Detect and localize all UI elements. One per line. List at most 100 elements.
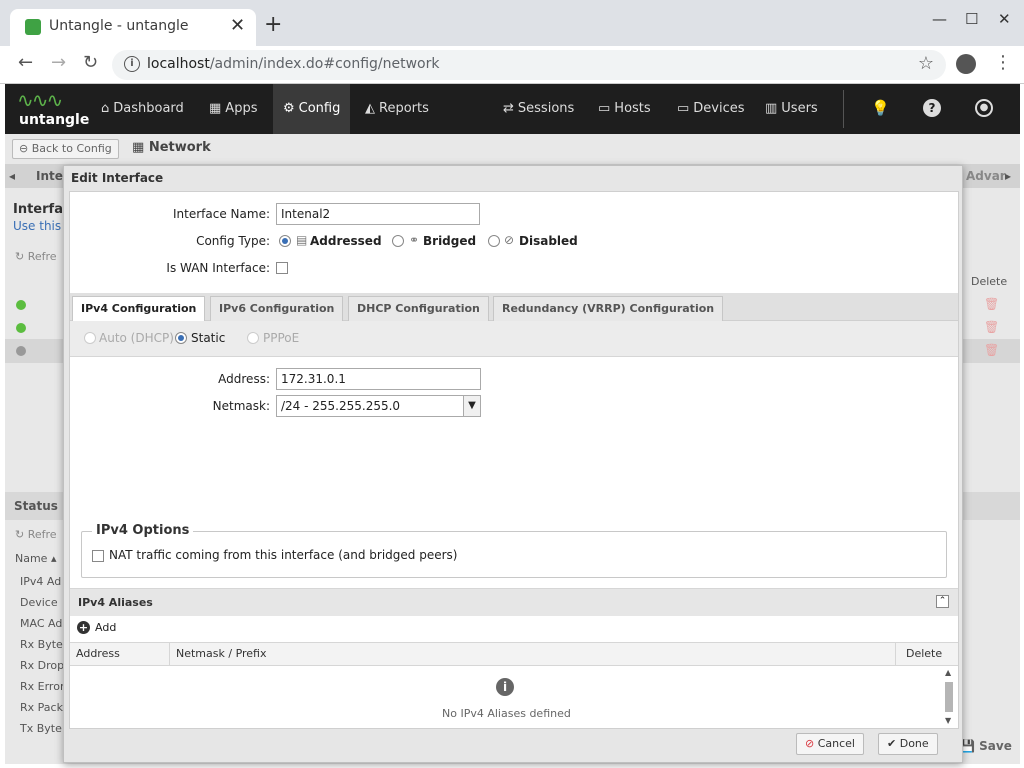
back-arrow-icon[interactable]: ← xyxy=(18,52,33,73)
status-refresh-button[interactable]: ↻ Refre xyxy=(15,528,57,541)
app-navbar: ∿∿∿ untangle ⌂ Dashboard ▦ Apps ⚙ Config ◭ R… xyxy=(5,84,1020,134)
status-dot xyxy=(16,346,26,356)
config-type-label: Config Type: xyxy=(196,234,270,248)
delete-icon[interactable]: 🗑 xyxy=(984,320,999,334)
tab-scroll-left-icon[interactable]: ◂ xyxy=(9,169,15,183)
nat-traffic-checkbox[interactable] xyxy=(92,550,104,562)
minimize-icon[interactable]: — xyxy=(932,10,947,28)
ipv4-aliases-title: IPv4 Aliases xyxy=(78,596,153,609)
tab-scroll-right-icon[interactable]: ▸ xyxy=(1005,169,1011,183)
cancel-button[interactable]: ⊘ Cancel xyxy=(796,733,864,755)
status-dot xyxy=(16,300,26,310)
browser-menu-icon[interactable]: ⋮ xyxy=(994,52,1012,73)
bridged-radio[interactable] xyxy=(392,235,404,247)
aliases-scrollbar[interactable]: ▲ ▼ xyxy=(943,668,955,728)
tab-interfaces[interactable]: Inte xyxy=(36,169,63,183)
cancel-icon: ⊘ xyxy=(805,737,815,750)
profile-avatar-icon[interactable] xyxy=(956,54,976,74)
netmask-value: /24 - 255.255.255.0 xyxy=(281,399,401,413)
address-input[interactable]: 172.31.0.1 xyxy=(276,368,481,390)
scroll-down-icon[interactable]: ▼ xyxy=(945,716,951,725)
disabled-radio[interactable] xyxy=(488,235,500,247)
account-icon[interactable]: ● xyxy=(975,99,993,117)
save-button[interactable]: 💾 Save xyxy=(960,739,1012,753)
untangle-logo[interactable]: ∿∿∿ untangle xyxy=(17,88,89,130)
tab-dhcp-configuration[interactable]: DHCP Configuration xyxy=(348,296,489,321)
static-radio[interactable] xyxy=(175,332,187,344)
nav-label: Apps xyxy=(225,101,258,116)
forward-arrow-icon[interactable]: → xyxy=(51,52,66,73)
ipv4-aliases-header: IPv4 Aliases ⌃ xyxy=(70,588,958,616)
delete-icon[interactable]: 🗑 xyxy=(984,343,999,357)
close-tab-icon[interactable]: ✕ xyxy=(230,15,245,36)
bookmark-star-icon[interactable]: ☆ xyxy=(918,53,934,74)
back-label: Back to Config xyxy=(31,142,112,155)
reload-icon[interactable]: ↻ xyxy=(83,52,98,73)
back-to-config-button[interactable]: ⊖ Back to Config xyxy=(12,139,119,159)
home-icon: ⌂ xyxy=(101,101,110,116)
delete-icon[interactable]: 🗑 xyxy=(984,297,999,311)
dialog-title: Edit Interface xyxy=(71,171,164,185)
tab-title: Untangle - untangle xyxy=(49,18,189,34)
section-title: Interfa xyxy=(13,202,63,217)
add-alias-button[interactable]: Add xyxy=(95,621,116,634)
cancel-label: Cancel xyxy=(817,737,855,750)
logo-text: untangle xyxy=(19,112,90,128)
config-tabs: IPv4 Configuration IPv6 Configuration DH… xyxy=(70,293,958,322)
scroll-thumb[interactable] xyxy=(945,682,953,712)
name-column-header[interactable]: Name ▴ xyxy=(15,552,56,565)
nav-dashboard[interactable]: ⌂ Dashboard xyxy=(91,84,194,134)
status-row: Rx Error xyxy=(20,680,65,693)
nav-label: Users xyxy=(781,101,818,116)
is-wan-checkbox[interactable] xyxy=(276,262,288,274)
netmask-select[interactable]: /24 - 255.255.255.0 ▼ xyxy=(276,395,481,417)
delete-column-header: Delete xyxy=(906,647,943,660)
netmask-column-header[interactable]: Netmask / Prefix xyxy=(170,643,896,666)
nav-devices[interactable]: ▭ Devices xyxy=(667,84,755,134)
lightbulb-icon[interactable]: 💡 xyxy=(871,99,890,117)
maximize-icon[interactable]: ☐ xyxy=(965,10,978,28)
browser-tab[interactable]: Untangle - untangle ✕ xyxy=(10,9,256,46)
address-bar[interactable]: i localhost/admin/index.do#config/networ… xyxy=(112,50,946,80)
sessions-icon: ⇄ xyxy=(503,101,514,116)
tab-advanced[interactable]: Advar xyxy=(966,169,1006,183)
nav-users[interactable]: ▥ Users xyxy=(755,84,828,134)
tab-vrrp-configuration[interactable]: Redundancy (VRRP) Configuration xyxy=(493,296,724,321)
status-row: Rx Byte xyxy=(20,638,63,651)
users-icon: ▥ xyxy=(765,101,778,116)
status-row: IPv4 Ad xyxy=(20,575,62,588)
tab-ipv6-configuration[interactable]: IPv6 Configuration xyxy=(210,296,344,321)
breadcrumb-label: Network xyxy=(148,140,211,155)
is-wan-label: Is WAN Interface: xyxy=(166,261,270,275)
ipv4-options-fieldset: IPv4 Options NAT traffic coming from thi… xyxy=(81,523,947,578)
tab-ipv4-configuration[interactable]: IPv4 Configuration xyxy=(72,296,206,322)
nav-apps[interactable]: ▦ Apps xyxy=(199,84,267,134)
new-tab-icon[interactable]: + xyxy=(264,12,282,37)
gear-icon: ⚙ xyxy=(283,101,295,116)
addressed-radio[interactable] xyxy=(279,235,291,247)
status-row: Device xyxy=(20,596,58,609)
nav-reports[interactable]: ◭ Reports xyxy=(355,84,439,134)
interface-name-input[interactable]: Intenal2 xyxy=(276,203,480,225)
nav-sessions[interactable]: ⇄ Sessions xyxy=(493,84,584,134)
done-button[interactable]: ✔ Done xyxy=(878,733,938,755)
site-info-icon[interactable]: i xyxy=(124,56,140,72)
chevron-down-icon[interactable]: ▼ xyxy=(463,396,480,416)
nav-config[interactable]: ⚙ Config xyxy=(273,84,351,134)
address-column-header[interactable]: Address xyxy=(70,643,170,666)
close-window-icon[interactable]: ✕ xyxy=(998,10,1011,28)
add-icon: + xyxy=(77,621,90,634)
document-icon: ▤ xyxy=(296,233,308,247)
pppoe-radio[interactable] xyxy=(247,332,259,344)
collapse-icon[interactable]: ⌃ xyxy=(936,595,949,608)
auto-dhcp-radio[interactable] xyxy=(84,332,96,344)
refresh-label: Refre xyxy=(27,528,57,541)
help-icon[interactable]: ? xyxy=(923,99,941,117)
nat-traffic-label: NAT traffic coming from this interface (… xyxy=(109,548,458,562)
status-row: Rx Pack xyxy=(20,701,63,714)
nav-hosts[interactable]: ▭ Hosts xyxy=(588,84,661,134)
refresh-button[interactable]: ↻ Refre xyxy=(15,250,57,263)
browser-titlebar: Untangle - untangle ✕ + — ☐ ✕ xyxy=(0,0,1024,46)
scroll-up-icon[interactable]: ▲ xyxy=(945,668,951,677)
static-label: Static xyxy=(191,331,226,345)
